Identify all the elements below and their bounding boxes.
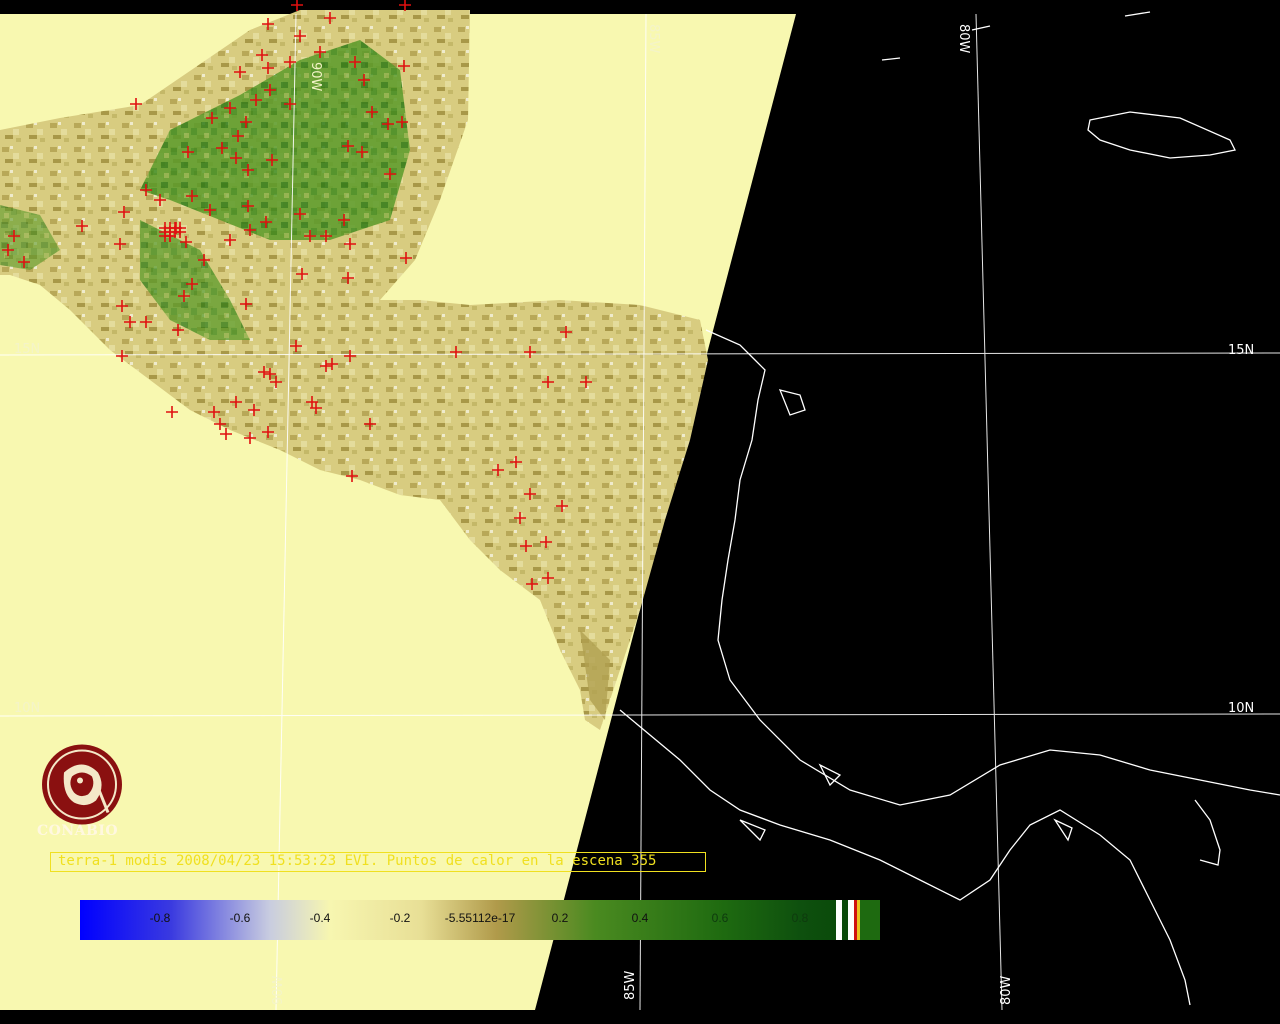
colorbar-tick-label: 0.8	[791, 911, 809, 925]
conabio-logo-text: CONABIO	[37, 823, 119, 839]
lon-label-85w-top: 85W	[646, 24, 661, 54]
colorbar-tick-label: -5.55112e-17	[444, 911, 516, 925]
lat-label-15n-left: 15N	[14, 342, 40, 357]
colorbar-tick-label: 0.6	[711, 911, 729, 925]
colorbar-tick-label: 0.4	[631, 911, 649, 925]
hotspot-marker	[399, 0, 411, 11]
lon-label-90w-top: 90W	[308, 62, 323, 92]
lon-label-85w-bottom: 85W	[623, 970, 638, 1000]
lat-label-10n-left: 10N	[14, 701, 40, 716]
colorbar-tick-label: -0.8	[149, 911, 171, 925]
map-viewer[interactable]: 15N 15N 10N 10N 90W 85W 80W 90W 85W 80W …	[0, 0, 1280, 1024]
colorbar-tick-label: -0.6	[229, 911, 251, 925]
lat-label-15n-right: 15N	[1228, 343, 1254, 358]
colorbar-tick-label: -0.2	[389, 911, 411, 925]
lon-label-80w-top: 80W	[956, 24, 971, 54]
lon-label-90w-bottom: 90W	[271, 975, 286, 1005]
lat-label-10n-right: 10N	[1228, 701, 1254, 716]
lon-label-80w-bottom: 80W	[999, 975, 1014, 1005]
colorbar-tick-label: 0.2	[551, 911, 569, 925]
colorbar-tick-label: -0.4	[309, 911, 331, 925]
scene-caption: terra-1 modis 2008/04/23 15:53:23 EVI. P…	[58, 853, 657, 869]
hotspot-marker	[291, 0, 303, 11]
